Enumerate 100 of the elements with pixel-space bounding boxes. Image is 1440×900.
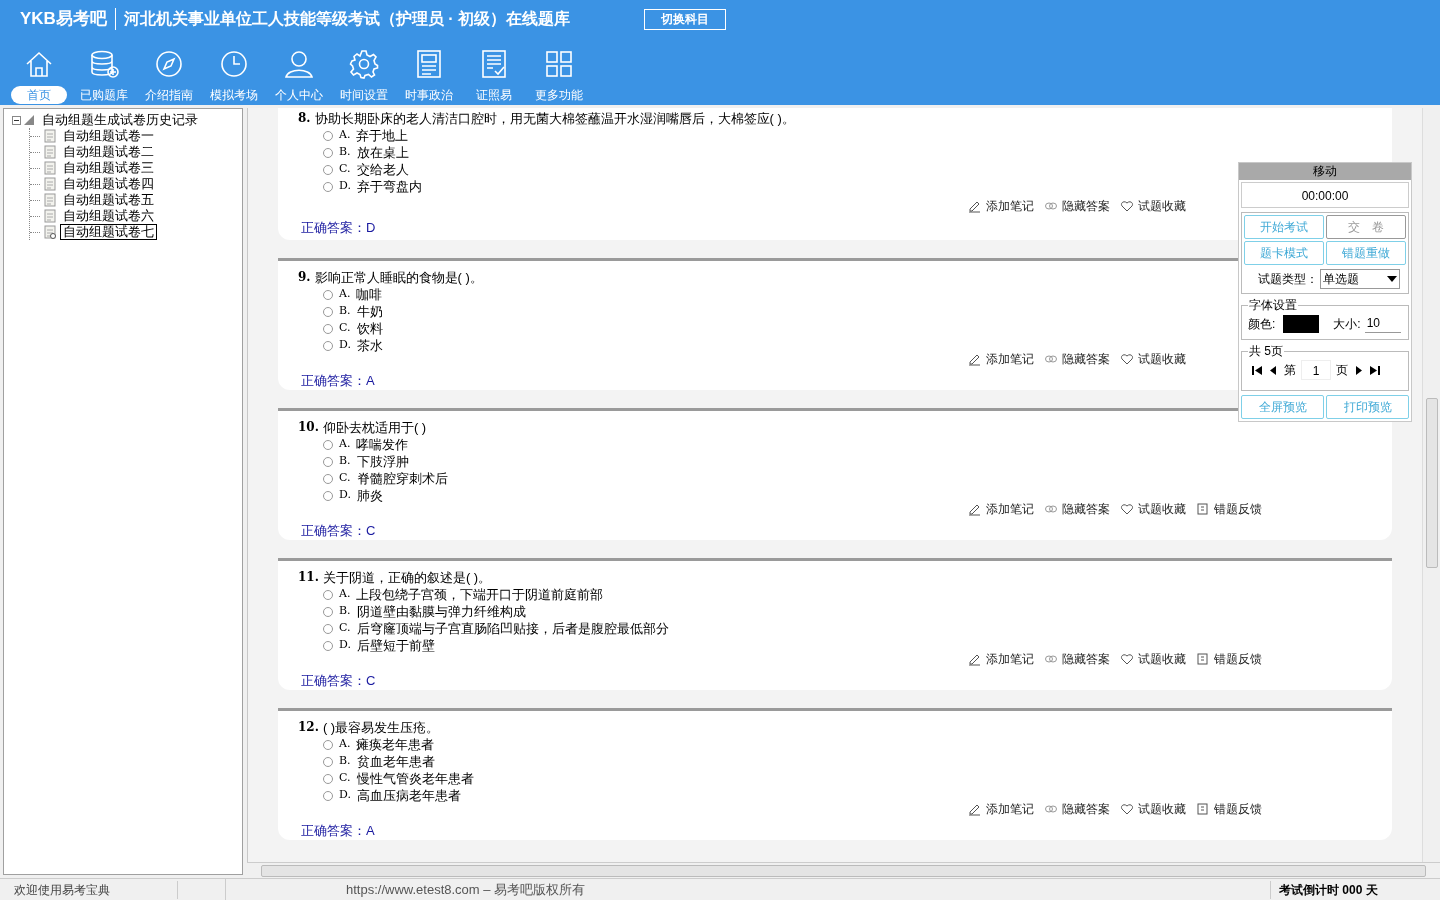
scrollbar-thumb[interactable] — [1425, 398, 1438, 568]
action-link[interactable]: 隐藏答案 — [1044, 800, 1110, 818]
eye-icon — [1044, 802, 1058, 816]
radio-button[interactable] — [323, 640, 333, 651]
option-letter: A. — [339, 586, 351, 603]
type-select[interactable]: 单选题 — [1320, 269, 1400, 289]
option-letter: C. — [339, 770, 351, 787]
option-letter: C. — [339, 161, 351, 178]
action-link[interactable]: 试题收藏 — [1120, 197, 1186, 215]
collapse-toggle[interactable] — [12, 115, 21, 125]
correct-answer: 正确答案：A — [301, 372, 375, 390]
question-text: 影响正常人睡眠的食物是( )。 — [314, 269, 483, 286]
heart-icon — [1120, 802, 1134, 816]
action-link[interactable]: 隐藏答案 — [1044, 500, 1110, 518]
option-letter: A. — [339, 127, 351, 144]
first-page-icon[interactable] — [1252, 365, 1263, 375]
next-page-icon[interactable] — [1353, 365, 1364, 375]
page-field[interactable]: 1 — [1301, 360, 1331, 380]
action-link[interactable]: 错题反馈 — [1196, 500, 1262, 518]
eye-icon — [1044, 652, 1058, 666]
panel-title: 移动 — [1239, 163, 1411, 180]
tree-item[interactable]: 自动组题试卷二 — [60, 144, 157, 160]
option-text: 肺炎 — [356, 486, 383, 505]
radio-button[interactable] — [323, 340, 333, 351]
action-link[interactable]: 添加笔记 — [968, 800, 1034, 818]
settings-icon — [348, 48, 380, 80]
radio-button[interactable] — [323, 473, 333, 484]
tree-item[interactable]: 自动组题生成试卷历史记录 — [42, 110, 198, 130]
radio-button[interactable] — [323, 164, 333, 175]
option-text: 高血压病老年患者 — [356, 786, 461, 805]
last-page-icon[interactable] — [1369, 365, 1380, 375]
question-text: 仰卧去枕适用于( ) — [322, 419, 427, 436]
action-link[interactable]: 添加笔记 — [968, 650, 1034, 668]
tree-item[interactable]: 自动组题试卷一 — [60, 128, 157, 144]
radio-button[interactable] — [323, 623, 333, 634]
color-label: 颜色: — [1248, 315, 1276, 333]
radio-button[interactable] — [323, 323, 333, 334]
option-letter: A. — [339, 736, 351, 753]
radio-button[interactable] — [323, 306, 333, 317]
page-count: 共 5页 — [1248, 343, 1284, 360]
horizontal-scrollbar[interactable] — [247, 862, 1440, 878]
document-gear-icon — [44, 225, 56, 239]
radio-button[interactable] — [323, 439, 333, 450]
option-text: 后穹窿顶端与子宫直肠陷凹贴接，后者是腹腔最低部分 — [356, 619, 669, 638]
action-link[interactable]: 添加笔记 — [968, 500, 1034, 518]
scrollbar-thumb[interactable] — [261, 864, 1426, 877]
option-text: 放在桌上 — [356, 143, 409, 162]
document-icon — [44, 161, 56, 175]
eye-icon — [1044, 199, 1058, 213]
tree-item[interactable]: 自动组题试卷六 — [60, 208, 157, 224]
question-number: 12. — [298, 719, 319, 736]
color-swatch[interactable] — [1283, 314, 1320, 333]
previous-page-icon[interactable] — [1268, 365, 1279, 375]
option-text: 阴道壁由黏膜与弹力纤维构成 — [356, 602, 526, 621]
action-link[interactable]: 添加笔记 — [968, 197, 1034, 215]
caret-icon — [1387, 276, 1397, 282]
clock-icon — [218, 48, 250, 80]
action-link[interactable]: 试题收藏 — [1120, 650, 1186, 668]
radio-button[interactable] — [323, 773, 333, 784]
action-link[interactable]: 试题收藏 — [1120, 350, 1186, 368]
action-link[interactable]: 隐藏答案 — [1044, 197, 1110, 215]
vertical-scrollbar[interactable] — [1422, 108, 1440, 862]
radio-button[interactable] — [323, 181, 333, 192]
radio-button[interactable] — [323, 289, 333, 300]
tree-item[interactable]: 自动组题试卷七 — [60, 224, 157, 240]
tree-item[interactable]: 自动组题试卷三 — [60, 160, 157, 176]
radio-button[interactable] — [323, 589, 333, 600]
document-icon — [44, 193, 56, 207]
action-link[interactable]: 隐藏答案 — [1044, 650, 1110, 668]
document-icon — [44, 177, 56, 191]
eye-icon — [1044, 502, 1058, 516]
document-icon — [44, 209, 56, 223]
option-letter: C. — [339, 320, 351, 337]
radio-button[interactable] — [323, 739, 333, 750]
action-link[interactable]: 错题反馈 — [1196, 650, 1262, 668]
size-field[interactable]: 10 — [1364, 314, 1401, 333]
radio-button[interactable] — [323, 790, 333, 801]
action-link[interactable]: 添加笔记 — [968, 350, 1034, 368]
radio-button[interactable] — [323, 490, 333, 501]
question-text: 关于阴道，正确的叙述是( )。 — [322, 569, 492, 586]
tree-item[interactable]: 自动组题试卷五 — [60, 192, 157, 208]
tree-item[interactable]: 自动组题试卷四 — [60, 176, 157, 192]
action-link[interactable]: 试题收藏 — [1120, 500, 1186, 518]
action-link[interactable]: 试题收藏 — [1120, 800, 1186, 818]
correct-answer: 正确答案：D — [301, 219, 376, 237]
group-label: 字体设置 — [1248, 297, 1298, 314]
status-text: 考试倒计时 000 天 — [1270, 880, 1440, 899]
action-link[interactable]: 隐藏答案 — [1044, 350, 1110, 368]
action-link[interactable]: 错题反馈 — [1196, 800, 1262, 818]
heart-icon — [1120, 352, 1134, 366]
radio-button[interactable] — [323, 456, 333, 467]
radio-button[interactable] — [323, 756, 333, 767]
option-letter: B. — [339, 453, 351, 470]
triangle-icon — [24, 115, 34, 125]
page-label: 第 — [1284, 362, 1296, 379]
radio-button[interactable] — [323, 130, 333, 141]
heart-icon — [1120, 652, 1134, 666]
radio-button[interactable] — [323, 606, 333, 617]
radio-button[interactable] — [323, 147, 333, 158]
pencil-icon — [968, 652, 982, 666]
